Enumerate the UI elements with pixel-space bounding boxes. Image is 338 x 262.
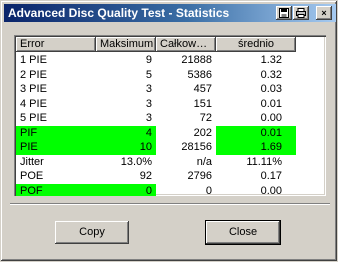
- error-cell: 2 PIE: [20, 68, 47, 81]
- column-header-maksimum[interactable]: Maksimum: [96, 37, 156, 52]
- avg-cell: 0.03: [260, 83, 282, 95]
- max-cell: 9: [145, 54, 152, 66]
- error-cell: PIE: [16, 140, 96, 155]
- table-row[interactable]: POF 0 0 0.00: [16, 183, 324, 197]
- total-cell: 21888: [181, 54, 212, 66]
- max-cell: 3: [145, 97, 152, 110]
- max-cell: 10: [96, 140, 156, 155]
- table-row[interactable]: POE 92 2796 0.17: [16, 169, 324, 184]
- divider: [10, 203, 330, 205]
- table-row[interactable]: 4 PIE 3 151 0.01: [16, 97, 324, 112]
- table-row[interactable]: 1 PIE 9 21888 1.32: [16, 53, 324, 68]
- column-header-calkowity[interactable]: Całkow…: [156, 37, 216, 52]
- close-icon[interactable]: ×: [316, 6, 332, 20]
- table-row[interactable]: 3 PIE 3 457 0.03: [16, 82, 324, 97]
- error-cell: POF: [16, 183, 96, 196]
- close-button[interactable]: Close: [205, 220, 281, 245]
- avg-cell: 0.00: [260, 184, 282, 197]
- error-cell: 3 PIE: [20, 83, 47, 95]
- error-cell: Jitter: [20, 155, 44, 168]
- statistics-table[interactable]: Error Maksimum Całkow… średnio 1 PIE 9 218…: [14, 35, 326, 196]
- table-row[interactable]: 5 PIE 3 72 0.00: [16, 111, 324, 126]
- max-cell: 3: [145, 112, 152, 124]
- total-cell: 457: [193, 83, 212, 95]
- avg-cell: 0.32: [260, 68, 282, 81]
- total-cell: 5386: [187, 68, 212, 81]
- max-cell: 5: [145, 68, 152, 81]
- table-row[interactable]: PIE 10 28156 1.69: [16, 140, 324, 155]
- column-header-srednio[interactable]: średnio: [216, 37, 296, 52]
- total-cell: 2796: [187, 170, 212, 182]
- print-icon[interactable]: [293, 6, 309, 20]
- column-header-error[interactable]: Error: [16, 37, 96, 52]
- avg-cell: 0.17: [260, 170, 282, 182]
- total-cell: n/a: [196, 155, 212, 168]
- copy-button[interactable]: Copy: [55, 221, 129, 244]
- max-cell: 3: [145, 83, 152, 95]
- window-title: Advanced Disc Quality Test - Statistics: [8, 6, 230, 20]
- table-header: Error Maksimum Całkow… średnio: [16, 37, 324, 52]
- max-cell: 92: [139, 170, 152, 182]
- avg-cell: 0.00: [260, 112, 282, 124]
- table-body: 1 PIE 9 21888 1.32 2 PIE 5 5386 0.32 3 PIE 3 457 0.…: [16, 53, 324, 196]
- statistics-window: Advanced Disc Quality Test - Statistics …: [0, 0, 338, 262]
- error-cell: POE: [20, 170, 44, 182]
- avg-cell: 0.01: [216, 125, 296, 140]
- table-row[interactable]: PIF 4 202 0.01: [16, 125, 324, 140]
- avg-cell: 1.32: [260, 54, 282, 66]
- title-bar[interactable]: Advanced Disc Quality Test - Statistics …: [4, 4, 336, 22]
- avg-cell: 0.01: [260, 97, 282, 110]
- avg-cell: 11.11%: [246, 155, 282, 168]
- total-cell: 202: [193, 126, 212, 139]
- error-cell: 5 PIE: [20, 112, 47, 124]
- error-cell: 1 PIE: [20, 54, 47, 66]
- total-cell: 72: [199, 112, 212, 124]
- table-row[interactable]: 2 PIE 5 5386 0.32: [16, 68, 324, 83]
- total-cell: 151: [193, 97, 212, 110]
- total-cell: 0: [205, 184, 212, 197]
- total-cell: 28156: [181, 141, 212, 153]
- max-cell: 13.0%: [120, 155, 152, 168]
- error-cell: 4 PIE: [20, 97, 47, 110]
- error-cell: PIF: [16, 125, 96, 140]
- table-row[interactable]: Jitter 13.0% n/a 11.11%: [16, 155, 324, 170]
- max-cell: 0: [96, 183, 156, 196]
- max-cell: 4: [96, 125, 156, 140]
- save-icon[interactable]: [276, 6, 292, 20]
- avg-cell: 1.69: [216, 140, 296, 155]
